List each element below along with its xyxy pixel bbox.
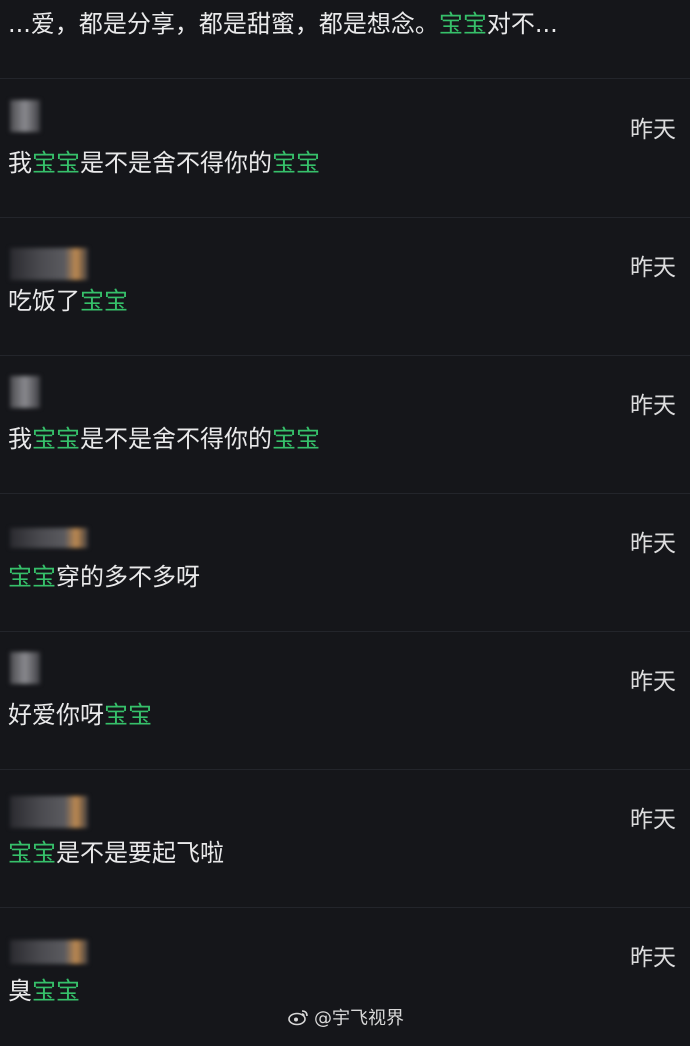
comment-text-part: 好爱你呀: [8, 701, 104, 729]
comment-item[interactable]: 昨天 好爱你呀宝宝: [0, 632, 690, 770]
weibo-icon: [288, 1008, 310, 1026]
blurred-username: [10, 796, 88, 828]
comment-text: 臭宝宝: [8, 974, 80, 1008]
comment-highlight: 宝宝: [80, 287, 128, 315]
comment-text-part: 是不是要起飞啦: [56, 839, 224, 867]
comment-text: 我宝宝是不是舍不得你的宝宝: [8, 146, 320, 180]
comment-highlight: 宝宝: [104, 701, 152, 729]
watermark-text: @宇飞视界: [314, 1008, 404, 1029]
comment-item[interactable]: 昨天 宝宝穿的多不多呀: [0, 494, 690, 632]
comment-text-part: 臭: [8, 977, 32, 1005]
watermark: @宇飞视界: [288, 1004, 404, 1030]
comment-text: 我宝宝是不是舍不得你的宝宝: [8, 422, 320, 456]
comment-timestamp: 昨天: [630, 531, 676, 557]
blurred-username: [10, 100, 40, 132]
comment-text-part: 穿的多不多呀: [56, 563, 200, 591]
divider: [0, 78, 690, 79]
preview-highlight: 宝宝: [438, 10, 487, 38]
comment-text-part: 我: [8, 149, 32, 177]
comment-timestamp: 昨天: [630, 255, 676, 281]
comment-timestamp: 昨天: [630, 945, 676, 971]
comment-text-part: 吃饭了: [8, 287, 80, 315]
comment-item[interactable]: 昨天 我宝宝是不是舍不得你的宝宝: [0, 80, 690, 218]
post-preview-text[interactable]: ...爱，都是分享，都是甜蜜，都是想念。宝宝对不...: [8, 6, 558, 42]
comment-highlight: 宝宝: [8, 563, 56, 591]
comment-item[interactable]: 昨天 我宝宝是不是舍不得你的宝宝: [0, 356, 690, 494]
blurred-username: [10, 376, 40, 408]
comment-text-part: 是不是舍不得你的: [80, 149, 272, 177]
comment-text: 吃饭了宝宝: [8, 284, 128, 318]
blurred-username: [10, 528, 88, 548]
comment-text-part: 我: [8, 425, 32, 453]
blurred-username: [10, 652, 40, 684]
comment-text-part: 是不是舍不得你的: [80, 425, 272, 453]
comment-item[interactable]: 昨天 吃饭了宝宝: [0, 218, 690, 356]
comment-timestamp: 昨天: [630, 669, 676, 695]
comment-timestamp: 昨天: [630, 807, 676, 833]
comment-highlight: 宝宝: [32, 425, 80, 453]
comment-text: 好爱你呀宝宝: [8, 698, 152, 732]
comment-highlight: 宝宝: [8, 839, 56, 867]
comment-item[interactable]: 昨天 宝宝是不是要起飞啦: [0, 770, 690, 908]
comment-timestamp: 昨天: [630, 393, 676, 419]
comment-text: 宝宝穿的多不多呀: [8, 560, 200, 594]
blurred-username: [10, 248, 88, 280]
comment-highlight: 宝宝: [32, 977, 80, 1005]
comment-highlight: 宝宝: [272, 149, 320, 177]
blurred-username: [10, 940, 88, 964]
preview-text: ...爱，都是分享，都是甜蜜，都是想念。: [8, 10, 439, 38]
comment-timestamp: 昨天: [630, 117, 676, 143]
comment-highlight: 宝宝: [32, 149, 80, 177]
comment-highlight: 宝宝: [272, 425, 320, 453]
preview-text-tail: 对不...: [486, 10, 558, 38]
comment-text: 宝宝是不是要起飞啦: [8, 836, 224, 870]
